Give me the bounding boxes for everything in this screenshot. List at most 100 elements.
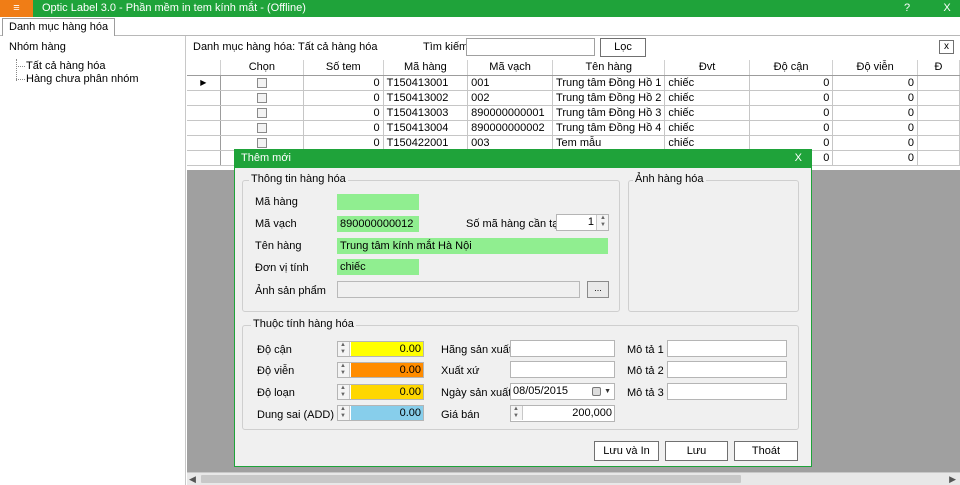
cell-more[interactable] <box>917 75 960 91</box>
tree-item-ungrouped[interactable]: Hàng chưa phân nhóm <box>26 73 139 85</box>
cell-do-can[interactable]: 0 <box>749 90 834 106</box>
row-select-checkbox[interactable] <box>256 92 267 103</box>
column-header-more[interactable]: Đ <box>917 60 960 76</box>
cell-ma-vach[interactable]: 890000000001 <box>467 105 554 121</box>
spin-up-icon[interactable]: ▲ <box>340 363 346 370</box>
do-can-stepper[interactable]: ▲ ▼ 0.00 <box>337 341 424 357</box>
cell-do-vien[interactable]: 0 <box>832 90 918 106</box>
cell-dvt[interactable]: chiếc <box>664 105 750 121</box>
cell-so-tem[interactable]: 0 <box>303 105 384 121</box>
so-ma-hang-stepper[interactable]: 1 ▲ ▼ <box>556 214 609 231</box>
spin-down-icon[interactable]: ▼ <box>340 349 346 356</box>
ma-hang-field[interactable] <box>337 194 419 210</box>
cell-do-vien[interactable]: 0 <box>832 75 918 91</box>
column-header-so-tem[interactable]: Số tem <box>303 60 384 76</box>
ten-hang-field[interactable]: Trung tâm kính mắt Hà Nội <box>337 238 608 254</box>
cell-do-vien[interactable]: 0 <box>832 120 918 136</box>
xuat-xu-field[interactable] <box>510 361 615 378</box>
filter-button[interactable]: Lọc <box>600 38 646 57</box>
cell-ma-hang[interactable]: T150413002 <box>383 90 469 106</box>
save-button[interactable]: Lưu <box>665 441 728 461</box>
cell-do-vien[interactable]: 0 <box>832 135 918 151</box>
cell-ten-hang[interactable]: Trung tâm Đồng Hồ 2 <box>552 90 666 106</box>
don-vi-tinh-field[interactable]: chiếc <box>337 259 419 275</box>
cell-so-tem[interactable]: 0 <box>303 90 384 106</box>
hang-san-xuat-field[interactable] <box>510 340 615 357</box>
cell-dvt[interactable]: chiếc <box>664 75 750 91</box>
column-header-dvt[interactable]: Đvt <box>664 60 750 76</box>
cell-dvt[interactable]: chiếc <box>664 135 750 151</box>
cell-ma-vach[interactable]: 890000000002 <box>467 120 554 136</box>
app-menu-button[interactable]: ≡ <box>0 0 33 17</box>
browse-image-button[interactable]: ... <box>587 281 609 298</box>
ngay-san-xuat-picker[interactable]: 08/05/2015 ▼ <box>510 383 615 400</box>
column-header-do-vien[interactable]: Độ viễn <box>832 60 918 76</box>
cell-more[interactable] <box>917 150 960 166</box>
dung-sai-stepper[interactable]: ▲ ▼ 0.00 <box>337 405 424 421</box>
cell-ma-vach[interactable]: 002 <box>467 90 554 106</box>
row-select-checkbox[interactable] <box>256 122 267 133</box>
close-list-button[interactable]: x <box>939 40 954 54</box>
spin-up-icon[interactable]: ▲ <box>513 406 519 413</box>
cell-more[interactable] <box>917 105 960 121</box>
scroll-right-icon[interactable]: ▶ <box>949 473 956 485</box>
cell-ma-vach[interactable]: 003 <box>467 135 554 151</box>
anh-san-pham-field[interactable] <box>337 281 580 298</box>
cell-do-can[interactable]: 0 <box>749 120 834 136</box>
row-select-checkbox[interactable] <box>256 107 267 118</box>
cell-more[interactable] <box>917 120 960 136</box>
table-row[interactable]: 0 T150422001 003 Tem mẫu chiếc 0 0 <box>187 135 960 151</box>
spin-down-icon[interactable]: ▼ <box>340 370 346 377</box>
cell-ma-vach[interactable]: 001 <box>467 75 554 91</box>
gia-ban-stepper[interactable]: ▲ ▼ 200,000 <box>510 405 615 422</box>
mo-ta-2-field[interactable] <box>667 361 787 378</box>
mo-ta-1-field[interactable] <box>667 340 787 357</box>
cell-ma-hang[interactable]: T150413003 <box>383 105 469 121</box>
cell-more[interactable] <box>917 135 960 151</box>
column-header-ten-hang[interactable]: Tên hàng <box>552 60 666 76</box>
column-header-ma-hang[interactable]: Mã hàng <box>383 60 469 76</box>
spin-down-icon[interactable]: ▼ <box>600 222 606 229</box>
cell-do-can[interactable]: 0 <box>749 135 834 151</box>
scroll-left-icon[interactable]: ◀ <box>189 473 196 485</box>
spin-down-icon[interactable]: ▼ <box>340 392 346 399</box>
cell-do-can[interactable]: 0 <box>749 105 834 121</box>
cell-ten-hang[interactable]: Trung tâm Đồng Hồ 3 <box>552 105 666 121</box>
chevron-down-icon[interactable]: ▼ <box>604 385 611 398</box>
search-input[interactable] <box>466 38 595 56</box>
cell-so-tem[interactable]: 0 <box>303 120 384 136</box>
exit-button[interactable]: Thoát <box>734 441 798 461</box>
help-button[interactable]: ? <box>900 0 914 17</box>
do-vien-stepper[interactable]: ▲ ▼ 0.00 <box>337 362 424 378</box>
calendar-icon[interactable] <box>592 387 601 396</box>
column-header-chon[interactable]: Chọn <box>220 60 304 76</box>
spin-up-icon[interactable]: ▲ <box>340 342 346 349</box>
cell-more[interactable] <box>917 90 960 106</box>
table-row[interactable]: 0 T150413002 002 Trung tâm Đồng Hồ 2 chi… <box>187 90 960 106</box>
horizontal-scrollbar[interactable]: ◀ ▶ <box>187 472 960 485</box>
spin-up-icon[interactable]: ▲ <box>340 385 346 392</box>
spin-up-icon[interactable]: ▲ <box>600 215 606 222</box>
row-select-checkbox[interactable] <box>256 137 267 148</box>
cell-ma-hang[interactable]: T150413004 <box>383 120 469 136</box>
ma-vach-field[interactable]: 890000000012 <box>337 216 419 232</box>
column-header-ma-vach[interactable]: Mã vạch <box>467 60 554 76</box>
window-close-button[interactable]: X <box>940 0 954 17</box>
cell-do-can[interactable]: 0 <box>749 75 834 91</box>
row-select-checkbox[interactable] <box>256 77 267 88</box>
table-row[interactable]: 0 T150413003 890000000001 Trung tâm Đồng… <box>187 105 960 121</box>
spin-down-icon[interactable]: ▼ <box>513 413 519 420</box>
spin-up-icon[interactable]: ▲ <box>340 406 346 413</box>
cell-so-tem[interactable]: 0 <box>303 75 384 91</box>
cell-so-tem[interactable]: 0 <box>303 135 384 151</box>
dialog-close-button[interactable]: X <box>795 152 802 164</box>
mo-ta-3-field[interactable] <box>667 383 787 400</box>
cell-do-vien[interactable]: 0 <box>832 150 918 166</box>
save-and-print-button[interactable]: Lưu và In <box>594 441 659 461</box>
spin-down-icon[interactable]: ▼ <box>340 413 346 420</box>
table-row[interactable]: ▶ 0 T150413001 001 Trung tâm Đồng Hồ 1 c… <box>187 75 960 91</box>
column-header-do-can[interactable]: Độ cận <box>749 60 834 76</box>
do-loan-stepper[interactable]: ▲ ▼ 0.00 <box>337 384 424 400</box>
cell-dvt[interactable]: chiếc <box>664 90 750 106</box>
cell-ma-hang[interactable]: T150422001 <box>383 135 469 151</box>
